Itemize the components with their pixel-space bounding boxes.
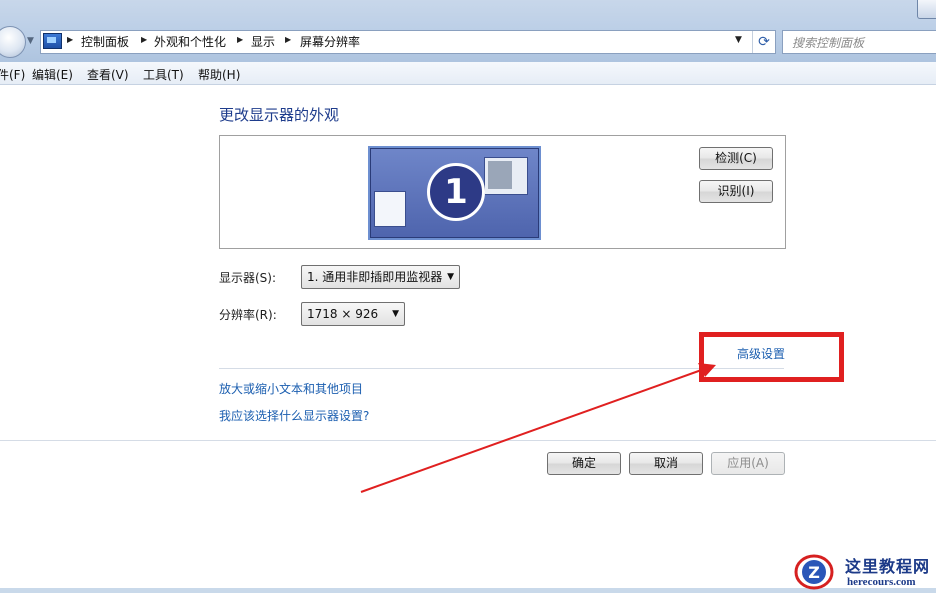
control-panel-icon [43,33,62,49]
divider [0,440,936,441]
identify-button[interactable]: 识别(I) [699,180,773,203]
breadcrumb-arrow-icon[interactable]: ▶ [67,35,73,44]
breadcrumb-arrow-icon[interactable]: ▶ [141,35,147,44]
minimize-button[interactable] [917,0,936,19]
watermark-url: herecours.com [847,576,916,588]
apply-button[interactable]: 应用(A) [711,452,785,475]
detect-button[interactable]: 检测(C) [699,147,773,170]
menu-bar [0,62,936,85]
address-bar[interactable] [40,30,776,54]
resolution-select-value: 1718 × 926 [307,307,379,321]
watermark-logo-icon: Z [794,554,834,590]
annotation-overlay [360,332,844,493]
svg-text:Z: Z [808,563,820,582]
display-select-value: 1. 通用非即插即用监视器 [307,270,443,284]
display-label: 显示器(S): [219,271,277,285]
breadcrumb-display[interactable]: 显示 [251,33,275,50]
text-size-link[interactable]: 放大或缩小文本和其他项目 [219,380,363,397]
breadcrumb-arrow-icon[interactable]: ▶ [285,35,291,44]
divider [219,368,784,369]
monitor-number-badge: 1 [427,163,485,221]
display-select[interactable]: 1. 通用非即插即用监视器 ▼ [301,265,460,289]
window-preview-icon [484,157,528,195]
menu-file[interactable]: 件(F) [0,66,25,83]
chevron-down-icon: ▼ [447,272,454,282]
ok-button[interactable]: 确定 [547,452,621,475]
menu-edit[interactable]: 编辑(E) [32,66,73,83]
breadcrumb-control-panel[interactable]: 控制面板 [81,33,129,50]
breadcrumb-resolution[interactable]: 屏幕分辨率 [300,33,360,50]
watermark-title: 这里教程网 [845,557,931,576]
document-preview-icon [374,191,406,227]
breadcrumb-appearance[interactable]: 外观和个性化 [154,33,226,50]
page-title: 更改显示器的外观 [219,106,340,124]
search-placeholder: 搜索控制面板 [792,36,865,50]
arrow-head-icon [698,363,716,377]
advanced-settings-link[interactable]: 高级设置 [737,345,785,362]
display-help-link[interactable]: 我应该选择什么显示器设置? [219,407,369,424]
resolution-label: 分辨率(R): [219,308,277,322]
resolution-select[interactable]: 1718 × 926 ▼ [301,302,405,326]
menu-tools[interactable]: 工具(T) [143,66,184,83]
recent-pages-dropdown-icon[interactable]: ▼ [27,36,34,46]
cancel-button[interactable]: 取消 [629,452,703,475]
chevron-down-icon: ▼ [392,309,399,319]
refresh-icon[interactable]: ⟳ [752,31,775,53]
menu-view[interactable]: 查看(V) [87,66,129,83]
menu-help[interactable]: 帮助(H) [198,66,240,83]
address-dropdown-icon[interactable]: ▼ [735,35,742,45]
breadcrumb-arrow-icon[interactable]: ▶ [237,35,243,44]
